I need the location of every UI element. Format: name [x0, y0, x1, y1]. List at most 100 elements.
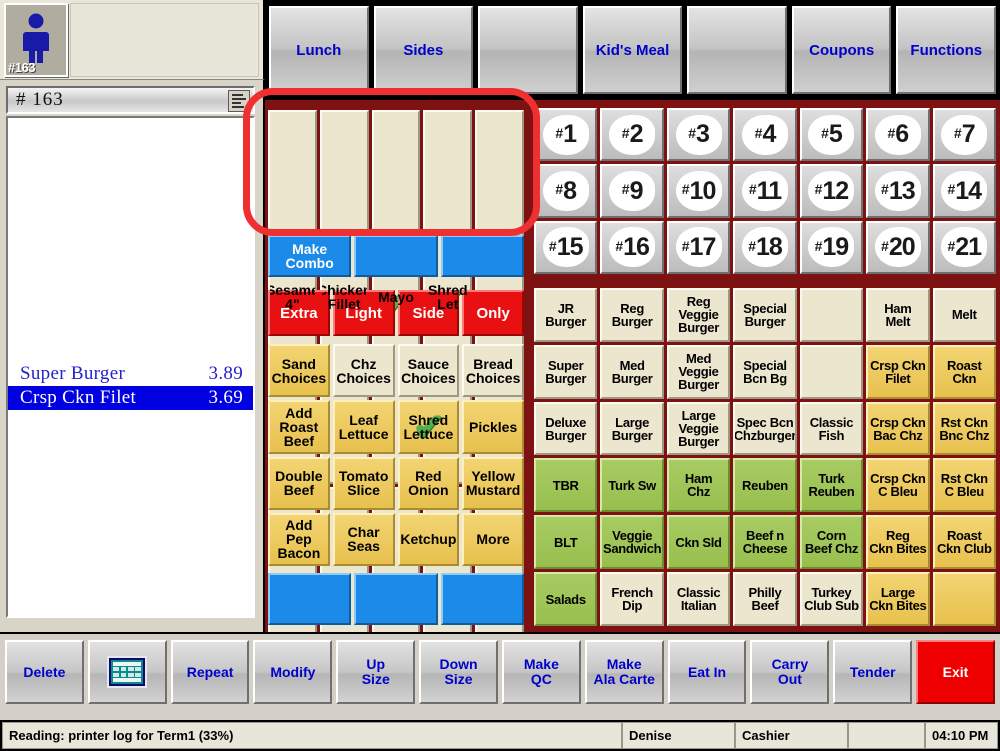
- condiment-more[interactable]: More: [462, 512, 524, 566]
- menu-item-philly-beef[interactable]: Philly Beef: [733, 572, 797, 626]
- menu-item-med-burger[interactable]: Med Burger: [600, 344, 664, 399]
- menu-item-turk-reuben[interactable]: Turk Reuben: [799, 458, 864, 513]
- combo-make-combo[interactable]: Make Combo: [268, 235, 352, 277]
- combo-number-12-button[interactable]: #12: [799, 164, 864, 218]
- action-make-qc-button[interactable]: Make QC: [501, 640, 581, 704]
- condiment-leaf-lettuce[interactable]: Leaf Lettuce: [332, 400, 395, 454]
- category-empty-button-2[interactable]: [478, 6, 578, 94]
- combo-number-1-button[interactable]: #1: [534, 108, 598, 162]
- condiment-ketchup[interactable]: Ketchup: [397, 512, 460, 566]
- menu-item-super-burger[interactable]: Super Burger: [534, 344, 598, 399]
- combo-number-6-button[interactable]: #6: [866, 108, 930, 162]
- combo-number-13-button[interactable]: #13: [866, 164, 930, 218]
- menu-item-ham-chz[interactable]: Ham Chz: [666, 458, 731, 513]
- combo-number-14-button[interactable]: #14: [932, 164, 996, 218]
- combo-number-19-button[interactable]: #19: [799, 220, 864, 274]
- combo-number-4-button[interactable]: #4: [733, 108, 797, 162]
- menu-item-tbr[interactable]: TBR: [534, 458, 598, 513]
- condiment-add-pep-bacon[interactable]: Add Pep Bacon: [268, 512, 330, 566]
- action-up-size-button[interactable]: Up Size: [336, 640, 416, 704]
- order-item-row[interactable]: Crsp Ckn Filet 3.69: [8, 386, 253, 410]
- modifier-blue-button-1[interactable]: [354, 573, 438, 625]
- menu-item-jr-burger[interactable]: JR Burger: [534, 288, 598, 342]
- menu-item-special-burger[interactable]: Special Burger: [733, 288, 797, 342]
- operator-badge[interactable]: #163: [4, 3, 68, 77]
- menu-item-salads[interactable]: Salads: [534, 572, 598, 626]
- condiment-sauce-choices[interactable]: Sauce Choices: [397, 344, 460, 398]
- combo-empty-1[interactable]: [354, 235, 438, 277]
- action-eat-in-button[interactable]: Eat In: [667, 640, 747, 704]
- condiment-sand-choices[interactable]: Sand Choices: [268, 344, 330, 398]
- combo-number-20-button[interactable]: #20: [866, 220, 930, 274]
- menu-item-crsp-ckn-bac-chz[interactable]: Crsp Ckn Bac Chz: [866, 401, 930, 456]
- menu-item-med-veggie-burger[interactable]: Med Veggie Burger: [666, 344, 731, 399]
- menu-item-large-ckn-bites[interactable]: Large Ckn Bites: [866, 572, 930, 626]
- menu-item-classic-italian[interactable]: Classic Italian: [666, 572, 731, 626]
- menu-item-deluxe-burger[interactable]: Deluxe Burger: [534, 401, 598, 456]
- menu-item-special-bcn-bg[interactable]: Special Bcn Bg: [733, 344, 797, 399]
- menu-item-reg-veggie-burger[interactable]: Reg Veggie Burger: [666, 288, 731, 342]
- order-detail-icon[interactable]: [228, 90, 250, 112]
- menu-item-beef-n-cheese[interactable]: Beef n Cheese: [733, 515, 797, 570]
- menu-item-ham-melt[interactable]: Ham Melt: [866, 288, 930, 342]
- condiment-red-onion[interactable]: Red Onion: [397, 456, 460, 510]
- action-exit-button[interactable]: Exit: [916, 640, 995, 704]
- menu-item-crsp-ckn-c-bleu[interactable]: Crsp Ckn C Bleu: [866, 458, 930, 513]
- menu-item-empty-41[interactable]: [932, 572, 996, 626]
- condiment-chz-choices[interactable]: Chz Choices: [332, 344, 395, 398]
- combo-number-5-button[interactable]: #5: [799, 108, 864, 162]
- menu-item-spec-bcn-chzburger[interactable]: Spec Bcn Chzburger: [733, 401, 797, 456]
- combo-number-15-button[interactable]: #15: [534, 220, 598, 274]
- action-modify-button[interactable]: Modify: [253, 640, 333, 704]
- combo-number-9-button[interactable]: #9: [600, 164, 664, 218]
- menu-item-melt[interactable]: Melt: [932, 288, 996, 342]
- combo-number-21-button[interactable]: #21: [932, 220, 996, 274]
- combo-number-8-button[interactable]: #8: [534, 164, 598, 218]
- combo-number-7-button[interactable]: #7: [932, 108, 996, 162]
- menu-item-blt[interactable]: BLT: [534, 515, 598, 570]
- action-repeat-button[interactable]: Repeat: [170, 640, 250, 704]
- menu-item-ckn-sld[interactable]: Ckn Sld: [666, 515, 731, 570]
- combo-number-17-button[interactable]: #17: [666, 220, 731, 274]
- menu-item-empty-4[interactable]: [799, 288, 864, 342]
- combo-number-11-button[interactable]: #11: [733, 164, 797, 218]
- menu-item-rst-ckn-c-bleu[interactable]: Rst Ckn C Bleu: [932, 458, 996, 513]
- condiment-yellow-mustard[interactable]: Yellow Mustard: [462, 456, 524, 510]
- condiment-pickles[interactable]: Pickles: [462, 400, 524, 454]
- menu-item-crsp-ckn-filet[interactable]: Crsp Ckn Filet: [866, 344, 930, 399]
- menu-item-large-burger[interactable]: Large Burger: [600, 401, 664, 456]
- action-make-ala-carte-button[interactable]: Make Ala Carte: [584, 640, 664, 704]
- combo-empty-2[interactable]: [440, 235, 524, 277]
- menu-item-veggie-sandwich[interactable]: Veggie Sandwich: [600, 515, 664, 570]
- condiment-double-beef[interactable]: Double Beef: [268, 456, 330, 510]
- combo-number-2-button[interactable]: #2: [600, 108, 664, 162]
- menu-item-large-veggie-burger[interactable]: Large Veggie Burger: [666, 401, 731, 456]
- category-sides-button[interactable]: Sides: [373, 6, 474, 94]
- order-item-list[interactable]: Super Burger 3.89 Crsp Ckn Filet 3.69: [6, 116, 255, 618]
- category-lunch-button[interactable]: Lunch: [269, 6, 369, 94]
- category-functions-button[interactable]: Functions: [896, 6, 997, 94]
- menu-item-french-dip[interactable]: French Dip: [600, 572, 664, 626]
- action-carry-out-button[interactable]: Carry Out: [750, 640, 830, 704]
- condiment-shred-lettuce[interactable]: ✔ Shred Lettuce: [397, 400, 460, 454]
- category-empty-button-4[interactable]: [687, 6, 787, 94]
- menu-item-corn-beef-chz[interactable]: Corn Beef Chz: [799, 515, 864, 570]
- menu-item-roast-ckn-club[interactable]: Roast Ckn Club: [932, 515, 996, 570]
- menu-item-turkey-club-sub[interactable]: Turkey Club Sub: [799, 572, 864, 626]
- combo-number-18-button[interactable]: #18: [733, 220, 797, 274]
- category-coupons-button[interactable]: Coupons: [791, 6, 892, 94]
- action-down-size-button[interactable]: Down Size: [419, 640, 498, 704]
- menu-item-reuben[interactable]: Reuben: [733, 458, 797, 513]
- qualifier-only-button[interactable]: Only: [462, 290, 524, 336]
- action-calculator-button[interactable]: [87, 640, 167, 704]
- menu-item-reg-ckn-bites[interactable]: Reg Ckn Bites: [866, 515, 930, 570]
- combo-number-3-button[interactable]: #3: [666, 108, 731, 162]
- menu-item-rst-ckn-bnc-chz[interactable]: Rst Ckn Bnc Chz: [932, 401, 996, 456]
- menu-item-turk-sw[interactable]: Turk Sw: [600, 458, 664, 513]
- condiment-tomato-slice[interactable]: Tomato Slice: [332, 456, 395, 510]
- condiment-char-seas[interactable]: Char Seas: [332, 512, 395, 566]
- modifier-blue-button-2[interactable]: [440, 573, 524, 625]
- condiment-bread-choices[interactable]: Bread Choices: [462, 344, 524, 398]
- combo-number-16-button[interactable]: #16: [600, 220, 664, 274]
- action-tender-button[interactable]: Tender: [833, 640, 913, 704]
